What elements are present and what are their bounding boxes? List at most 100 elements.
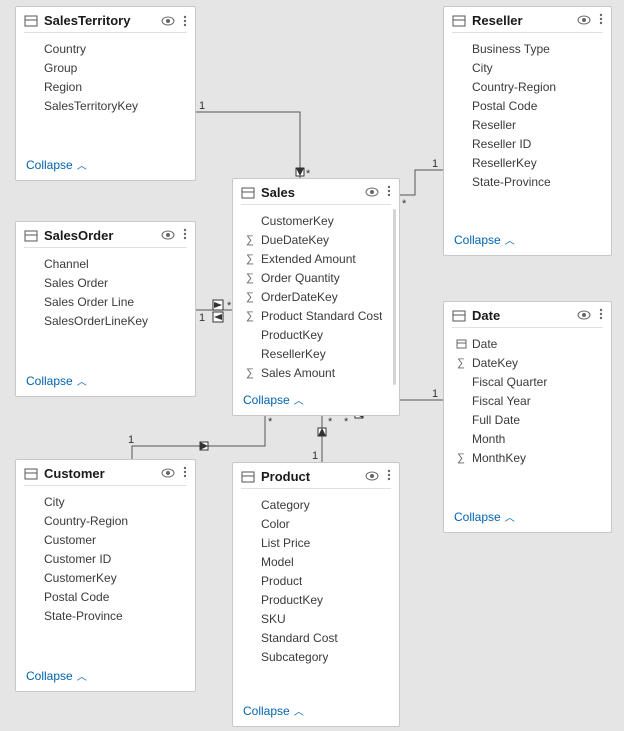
field-row[interactable]: ProductKey	[243, 325, 391, 344]
field-row[interactable]: ∑Sales Amount	[243, 363, 391, 382]
field-row[interactable]: CustomerKey	[243, 211, 391, 230]
field-row[interactable]: Region	[26, 77, 187, 96]
field-row[interactable]: Product	[243, 571, 391, 590]
scrollbar[interactable]	[393, 209, 396, 385]
sigma-icon: ∑	[243, 272, 257, 284]
field-row[interactable]: Customer	[26, 530, 187, 549]
visibility-icon[interactable]	[365, 185, 379, 200]
field-row[interactable]: Subcategory	[243, 647, 391, 666]
visibility-icon[interactable]	[161, 16, 175, 26]
table-header[interactable]: Date	[444, 302, 611, 327]
table-header[interactable]: Sales	[233, 179, 399, 204]
table-header[interactable]: SalesTerritory	[16, 7, 195, 32]
field-row[interactable]: Full Date	[454, 410, 603, 429]
table-header[interactable]: Reseller	[444, 7, 611, 32]
field-row[interactable]: SalesTerritoryKey	[26, 96, 187, 115]
field-label: Order Quantity	[261, 271, 340, 285]
model-canvas[interactable]: 1 * 1 * 1 * 1 * 1 * 1 * SalesTerritory C…	[0, 0, 624, 731]
field-row[interactable]: Postal Code	[26, 587, 187, 606]
field-row[interactable]: ∑OrderDateKey	[243, 287, 391, 306]
table-icon	[24, 229, 38, 243]
collapse-link[interactable]: Collapse︿	[26, 668, 87, 683]
field-row[interactable]: State-Province	[26, 606, 187, 625]
field-row[interactable]: Customer ID	[26, 549, 187, 568]
field-row[interactable]: Color	[243, 514, 391, 533]
table-title: SalesOrder	[44, 228, 161, 243]
more-options-icon[interactable]	[183, 466, 187, 481]
field-row[interactable]: Month	[454, 429, 603, 448]
field-row[interactable]: Group	[26, 58, 187, 77]
more-options-icon[interactable]	[599, 13, 603, 28]
field-row[interactable]: Standard Cost	[243, 628, 391, 647]
visibility-icon[interactable]	[577, 13, 591, 28]
field-row[interactable]: ResellerKey	[454, 153, 603, 172]
field-row[interactable]: Country-Region	[454, 77, 603, 96]
table-date[interactable]: Date Date ∑ DateKey Fiscal QuarterFiscal Ye…	[443, 301, 612, 533]
field-row[interactable]: ∑ DateKey	[454, 353, 603, 372]
field-row[interactable]: Reseller	[454, 115, 603, 134]
field-row[interactable]: Country	[26, 39, 187, 58]
more-options-icon[interactable]	[599, 308, 603, 323]
visibility-icon[interactable]	[161, 228, 175, 243]
table-header[interactable]: SalesOrder	[16, 222, 195, 247]
field-row[interactable]: Sales Order	[26, 273, 187, 292]
visibility-icon[interactable]	[365, 469, 379, 484]
field-list: CityCountry-RegionCustomerCustomer IDCus…	[16, 486, 195, 662]
table-salesOrder[interactable]: SalesOrder ChannelSales OrderSales Order…	[15, 221, 196, 397]
table-header[interactable]: Product	[233, 463, 399, 488]
collapse-link[interactable]: Collapse︿	[454, 509, 515, 524]
field-row[interactable]: Fiscal Quarter	[454, 372, 603, 391]
field-row[interactable]: ∑Extended Amount	[243, 249, 391, 268]
field-label: ResellerKey	[472, 156, 537, 170]
more-options-icon[interactable]	[183, 228, 187, 243]
field-row[interactable]: SalesOrderLineKey	[26, 311, 187, 330]
field-row[interactable]: Category	[243, 495, 391, 514]
field-row[interactable]: City	[454, 58, 603, 77]
table-header[interactable]: Customer	[16, 460, 195, 485]
field-row[interactable]: SalesOrderLineKey	[243, 382, 391, 386]
field-row[interactable]: List Price	[243, 533, 391, 552]
field-row[interactable]: ResellerKey	[243, 344, 391, 363]
field-row[interactable]: ProductKey	[243, 590, 391, 609]
more-options-icon[interactable]	[387, 185, 391, 200]
field-list: ChannelSales OrderSales Order LineSalesO…	[16, 248, 195, 367]
field-row[interactable]: Fiscal Year	[454, 391, 603, 410]
field-row[interactable]: Country-Region	[26, 511, 187, 530]
field-row[interactable]: ∑MonthKey	[454, 448, 603, 467]
field-row[interactable]: Sales Order Line	[26, 292, 187, 311]
field-row[interactable]: Business Type	[454, 39, 603, 58]
visibility-icon[interactable]	[161, 466, 175, 481]
field-label: Postal Code	[472, 99, 537, 113]
field-row[interactable]: Model	[243, 552, 391, 571]
field-row[interactable]: City	[26, 492, 187, 511]
field-row[interactable]: Channel	[26, 254, 187, 273]
collapse-link[interactable]: Collapse︿	[243, 703, 304, 718]
collapse-link[interactable]: Collapse︿	[454, 232, 515, 247]
collapse-link[interactable]: Collapse︿	[243, 392, 304, 407]
field-label: DateKey	[472, 356, 518, 370]
field-label: Country	[44, 42, 86, 56]
table-reseller[interactable]: Reseller Business TypeCityCountry-Region…	[443, 6, 612, 256]
field-row[interactable]: ∑ Order Quantity	[243, 268, 391, 287]
field-row[interactable]: ∑DueDateKey	[243, 230, 391, 249]
table-product[interactable]: Product CategoryColorList PriceModelProd…	[232, 462, 400, 727]
field-row[interactable]: Date	[454, 334, 603, 353]
table-salesTerritory[interactable]: SalesTerritory Country GroupRegionSalesTe…	[15, 6, 196, 181]
more-options-icon[interactable]	[387, 469, 391, 484]
collapse-link[interactable]: Collapse︿	[26, 157, 87, 172]
field-label: CustomerKey	[261, 214, 334, 228]
table-customer[interactable]: Customer CityCountry-RegionCustomerCusto…	[15, 459, 196, 692]
more-options-icon[interactable]	[183, 15, 187, 27]
visibility-icon[interactable]	[577, 308, 591, 323]
field-row[interactable]: CustomerKey	[26, 568, 187, 587]
field-row[interactable]: Reseller ID	[454, 134, 603, 153]
field-row[interactable]: SKU	[243, 609, 391, 628]
field-list: CategoryColorList PriceModelProductProdu…	[233, 489, 399, 697]
field-row[interactable]: Postal Code	[454, 96, 603, 115]
field-row[interactable]: State-Province	[454, 172, 603, 191]
sigma-icon: ∑	[454, 357, 468, 369]
sigma-icon: ∑	[243, 253, 257, 265]
table-sales[interactable]: Sales CustomerKey ∑DueDateKey∑Extended Am…	[232, 178, 400, 416]
field-row[interactable]: ∑Product Standard Cost	[243, 306, 391, 325]
collapse-link[interactable]: Collapse︿	[26, 373, 87, 388]
